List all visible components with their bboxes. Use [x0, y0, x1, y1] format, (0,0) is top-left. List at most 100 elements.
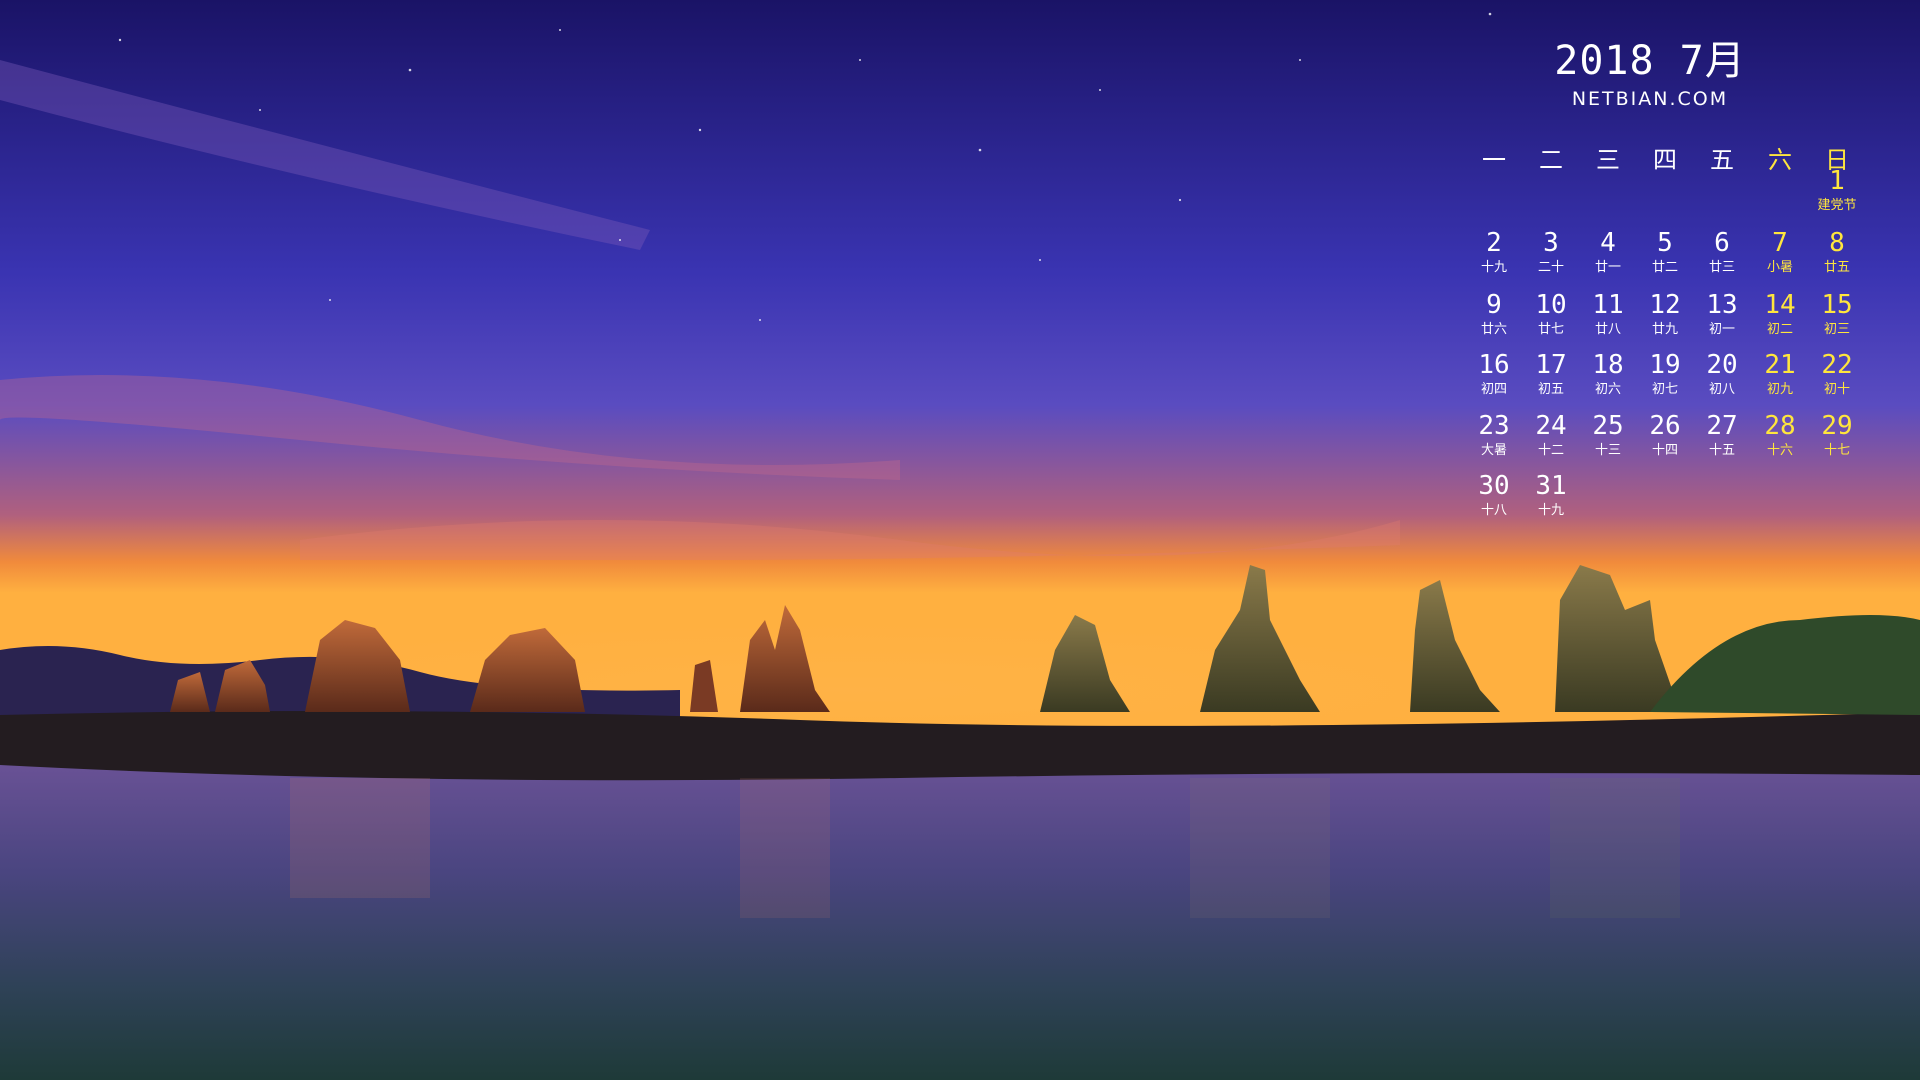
lunar-date: 廿二: [1651, 260, 1678, 275]
lunar-date: 廿三: [1708, 260, 1735, 275]
day-number: 26: [1649, 411, 1681, 441]
weekday-label: 四: [1653, 146, 1677, 174]
calendar-day: 26 十四: [1637, 411, 1693, 459]
lunar-date: 十八: [1480, 503, 1507, 518]
calendar-day: 23 大暑: [1466, 411, 1522, 459]
day-number: 2: [1486, 228, 1502, 258]
calendar-day: 7 小暑: [1752, 228, 1808, 276]
lunar-date: 廿一: [1594, 260, 1621, 275]
calendar-day: 27 十五: [1694, 411, 1750, 459]
calendar-day: 1 建党节: [1809, 166, 1865, 214]
calendar-day: 18 初六: [1580, 350, 1636, 398]
weekday-label: 三: [1596, 146, 1620, 174]
lunar-date: 廿七: [1537, 322, 1564, 337]
calendar-day: 25 十三: [1580, 411, 1636, 459]
calendar-day: 6 廿三: [1694, 228, 1750, 276]
day-number: 17: [1535, 350, 1567, 380]
calendar-day: 19 初七: [1637, 350, 1693, 398]
calendar-day: 31 十九: [1523, 471, 1579, 519]
day-number: 6: [1714, 228, 1730, 258]
calendar-day: 12 廿九: [1637, 290, 1693, 338]
day-number: 8: [1829, 228, 1845, 258]
weekday-label: 一: [1482, 146, 1506, 174]
lunar-date: 十五: [1708, 443, 1735, 458]
lunar-date: 廿六: [1480, 322, 1507, 337]
calendar-day: 8 廿五: [1809, 228, 1865, 276]
calendar-day: 3 二十: [1523, 228, 1579, 276]
lunar-date: 初六: [1594, 382, 1621, 397]
lunar-date: 初八: [1708, 382, 1735, 397]
day-number: 9: [1486, 290, 1502, 320]
day-number: 1: [1829, 166, 1845, 196]
day-number: 15: [1821, 290, 1853, 320]
day-number: 22: [1821, 350, 1853, 380]
lunar-date: 初七: [1651, 382, 1678, 397]
day-number: 27: [1706, 411, 1738, 441]
lunar-date: 十六: [1766, 443, 1793, 458]
day-number: 11: [1592, 290, 1624, 320]
calendar-day: 15 初三: [1809, 290, 1865, 338]
day-number: 20: [1706, 350, 1738, 380]
lunar-date: 二十: [1537, 260, 1564, 275]
lunar-date: 初十: [1823, 382, 1850, 397]
day-number: 3: [1543, 228, 1559, 258]
calendar-day: 16 初四: [1466, 350, 1522, 398]
lunar-date: 建党节: [1817, 198, 1857, 213]
weekday-label: 五: [1710, 146, 1734, 174]
lunar-date: 廿八: [1594, 322, 1621, 337]
day-number: 29: [1821, 411, 1853, 441]
day-number: 13: [1706, 290, 1738, 320]
day-number: 23: [1478, 411, 1510, 441]
lunar-date: 十三: [1594, 443, 1621, 458]
lunar-date: 廿九: [1651, 322, 1678, 337]
day-number: 16: [1478, 350, 1510, 380]
lunar-date: 大暑: [1480, 443, 1507, 458]
lunar-date: 初四: [1480, 382, 1507, 397]
lunar-date: 廿五: [1823, 260, 1850, 275]
calendar-day: 14 初二: [1752, 290, 1808, 338]
wallpaper-photo: [0, 0, 1920, 1080]
day-number: 30: [1478, 471, 1510, 501]
weekday-label: 二: [1539, 146, 1563, 174]
lunar-date: 初二: [1766, 322, 1793, 337]
calendar-day: 28 十六: [1752, 411, 1808, 459]
lunar-date: 十七: [1823, 443, 1850, 458]
day-number: 25: [1592, 411, 1624, 441]
day-number: 19: [1649, 350, 1681, 380]
calendar-day: 11 廿八: [1580, 290, 1636, 338]
calendar-day: 9 廿六: [1466, 290, 1522, 338]
day-number: 24: [1535, 411, 1567, 441]
calendar-day: 13 初一: [1694, 290, 1750, 338]
calendar-day: 21 初九: [1752, 350, 1808, 398]
lunar-date: 十九: [1480, 260, 1507, 275]
lunar-date: 小暑: [1766, 260, 1793, 275]
lunar-date: 初九: [1766, 382, 1793, 397]
lunar-date: 十四: [1651, 443, 1678, 458]
lunar-date: 初三: [1823, 322, 1850, 337]
lunar-date: 初一: [1708, 322, 1735, 337]
day-number: 28: [1764, 411, 1796, 441]
lunar-date: 初五: [1537, 382, 1564, 397]
lunar-date: 十二: [1537, 443, 1564, 458]
day-number: 5: [1657, 228, 1673, 258]
day-number: 14: [1764, 290, 1796, 320]
weekday-label: 六: [1768, 146, 1792, 174]
calendar-day: 2 十九: [1466, 228, 1522, 276]
day-number: 12: [1649, 290, 1681, 320]
calendar-title: 2018 7月: [1554, 38, 1746, 84]
day-number: 18: [1592, 350, 1624, 380]
day-number: 21: [1764, 350, 1796, 380]
calendar-day: 20 初八: [1694, 350, 1750, 398]
day-number: 31: [1535, 471, 1567, 501]
website-label: NETBIAN.COM: [1571, 88, 1729, 110]
calendar-day: 30 十八: [1466, 471, 1522, 519]
calendar-day: 24 十二: [1523, 411, 1579, 459]
day-number: 4: [1600, 228, 1616, 258]
calendar-day: 22 初十: [1809, 350, 1865, 398]
calendar-day: 5 廿二: [1637, 228, 1693, 276]
calendar-day: 17 初五: [1523, 350, 1579, 398]
calendar-day: 4 廿一: [1580, 228, 1636, 276]
day-number: 7: [1772, 228, 1788, 258]
calendar-day: 29 十七: [1809, 411, 1865, 459]
calendar-day: 10 廿七: [1523, 290, 1579, 338]
